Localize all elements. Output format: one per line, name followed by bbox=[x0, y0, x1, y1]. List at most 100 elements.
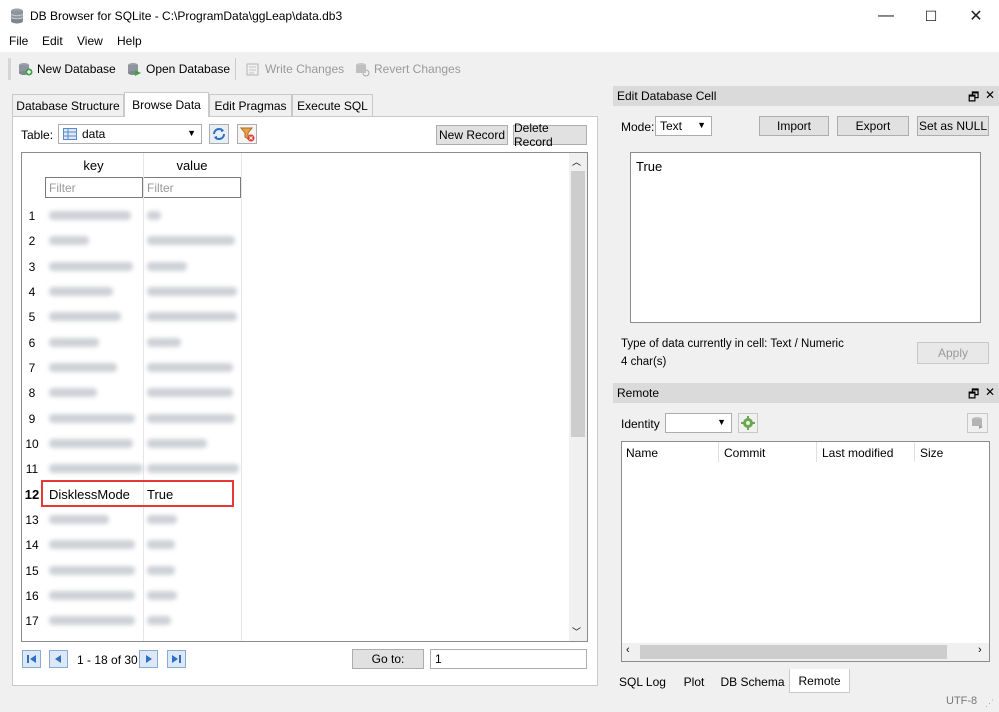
minimize-button[interactable]: — bbox=[863, 0, 909, 32]
revert-changes-button[interactable]: Revert Changes bbox=[354, 60, 461, 78]
redacted-key-cell[interactable] bbox=[45, 558, 143, 583]
redacted-key-cell[interactable] bbox=[45, 406, 143, 431]
new-database-button[interactable]: New Database bbox=[17, 60, 116, 78]
column-header-commit[interactable]: Commit bbox=[724, 446, 765, 460]
row-number[interactable]: 8 bbox=[22, 380, 42, 405]
new-record-button[interactable]: New Record bbox=[436, 125, 508, 145]
write-changes-button[interactable]: Write Changes bbox=[245, 60, 344, 78]
clear-filters-button[interactable] bbox=[237, 124, 257, 144]
column-header-size[interactable]: Size bbox=[920, 446, 943, 460]
scroll-left-icon[interactable]: ‹ bbox=[626, 644, 630, 656]
scroll-thumb[interactable] bbox=[640, 645, 947, 659]
tab-sql-log[interactable]: SQL Log bbox=[615, 671, 670, 692]
redacted-value-cell[interactable] bbox=[143, 608, 241, 633]
data-grid[interactable]: key value Filter Filter 1 2 3 4 5 6 7 8 … bbox=[21, 152, 588, 642]
close-icon[interactable]: ✕ bbox=[985, 385, 995, 399]
scroll-up-icon[interactable]: ︿ bbox=[572, 155, 581, 168]
menu-help[interactable]: Help bbox=[117, 34, 142, 48]
goto-button[interactable]: Go to: bbox=[352, 649, 424, 669]
redacted-value-cell[interactable] bbox=[143, 279, 241, 304]
first-page-button[interactable] bbox=[22, 650, 41, 668]
row-number[interactable]: 16 bbox=[22, 583, 42, 608]
table-select[interactable]: data ▼ bbox=[58, 124, 202, 144]
row-number[interactable]: 9 bbox=[22, 406, 42, 431]
menu-file[interactable]: File bbox=[9, 34, 28, 48]
row-number[interactable]: 4 bbox=[22, 279, 42, 304]
menu-edit[interactable]: Edit bbox=[42, 34, 63, 48]
row-number[interactable]: 11 bbox=[22, 456, 42, 481]
redacted-key-cell[interactable] bbox=[45, 355, 143, 380]
refresh-button[interactable] bbox=[209, 124, 229, 144]
import-button[interactable]: Import bbox=[759, 116, 829, 136]
redacted-value-cell[interactable] bbox=[143, 431, 241, 456]
goto-input[interactable]: 1 bbox=[430, 649, 587, 669]
redacted-key-cell[interactable] bbox=[45, 583, 143, 608]
redacted-value-cell[interactable] bbox=[143, 380, 241, 405]
redacted-value-cell[interactable] bbox=[143, 203, 241, 228]
identity-settings-button[interactable] bbox=[738, 413, 758, 433]
redacted-value-cell[interactable] bbox=[143, 507, 241, 532]
redacted-key-cell[interactable] bbox=[45, 330, 143, 355]
redacted-value-cell[interactable] bbox=[143, 406, 241, 431]
redacted-value-cell[interactable] bbox=[143, 456, 241, 481]
redacted-key-cell[interactable] bbox=[45, 279, 143, 304]
tab-plot[interactable]: Plot bbox=[675, 671, 713, 692]
tab-db-schema[interactable]: DB Schema bbox=[717, 671, 788, 692]
column-header-name[interactable]: Name bbox=[626, 446, 658, 460]
row-number[interactable]: 14 bbox=[22, 532, 42, 557]
menu-view[interactable]: View bbox=[77, 34, 103, 48]
column-header-key[interactable]: key bbox=[44, 155, 143, 175]
float-icon[interactable]: 🗗 bbox=[968, 385, 979, 406]
float-icon[interactable]: 🗗 bbox=[968, 88, 979, 109]
row-number-selected[interactable]: 12 bbox=[22, 482, 42, 507]
column-header-value[interactable]: value bbox=[143, 155, 241, 175]
redacted-key-cell[interactable] bbox=[45, 456, 143, 481]
delete-record-button[interactable]: Delete Record bbox=[513, 121, 587, 149]
mode-select[interactable]: Text ▼ bbox=[655, 116, 712, 136]
redacted-value-cell[interactable] bbox=[143, 228, 241, 253]
redacted-key-cell[interactable] bbox=[45, 380, 143, 405]
row-number[interactable]: 10 bbox=[22, 431, 42, 456]
filter-value-input[interactable]: Filter bbox=[143, 177, 241, 198]
last-page-button[interactable] bbox=[167, 650, 186, 668]
row-number[interactable]: 2 bbox=[22, 228, 42, 253]
apply-button[interactable]: Apply bbox=[917, 342, 989, 364]
close-button[interactable]: ✕ bbox=[953, 0, 999, 32]
scroll-down-icon[interactable]: ﹀ bbox=[572, 625, 581, 638]
identity-select[interactable]: ▼ bbox=[665, 413, 732, 433]
redacted-key-cell[interactable] bbox=[45, 507, 143, 532]
redacted-key-cell[interactable] bbox=[45, 532, 143, 557]
redacted-value-cell[interactable] bbox=[143, 532, 241, 557]
scroll-right-icon[interactable]: › bbox=[978, 644, 982, 656]
scroll-thumb[interactable] bbox=[571, 171, 585, 437]
close-icon[interactable]: ✕ bbox=[985, 88, 995, 102]
set-null-button[interactable]: Set as NULL bbox=[917, 116, 989, 136]
redacted-key-cell[interactable] bbox=[45, 431, 143, 456]
tab-execute-sql[interactable]: Execute SQL bbox=[292, 94, 373, 116]
tab-database-structure[interactable]: Database Structure bbox=[12, 94, 124, 116]
redacted-key-cell[interactable] bbox=[45, 203, 143, 228]
row-number[interactable]: 13 bbox=[22, 507, 42, 532]
export-button[interactable]: Export bbox=[837, 116, 909, 136]
horizontal-scrollbar[interactable]: ‹ › bbox=[622, 643, 989, 661]
tab-edit-pragmas[interactable]: Edit Pragmas bbox=[209, 94, 292, 116]
redacted-key-cell[interactable] bbox=[45, 228, 143, 253]
resize-grip-icon[interactable]: ⋰ bbox=[985, 698, 994, 709]
row-number[interactable]: 3 bbox=[22, 254, 42, 279]
redacted-value-cell[interactable] bbox=[143, 558, 241, 583]
row-number[interactable]: 5 bbox=[22, 304, 42, 329]
redacted-key-cell[interactable] bbox=[45, 304, 143, 329]
filter-key-input[interactable]: Filter bbox=[45, 177, 143, 198]
previous-page-button[interactable] bbox=[49, 650, 68, 668]
redacted-value-cell[interactable] bbox=[143, 304, 241, 329]
row-number[interactable]: 17 bbox=[22, 608, 42, 633]
redacted-key-cell[interactable] bbox=[45, 608, 143, 633]
redacted-value-cell[interactable] bbox=[143, 330, 241, 355]
vertical-scrollbar[interactable]: ︿ ﹀ bbox=[569, 153, 587, 641]
cell-editor[interactable]: True bbox=[630, 152, 981, 323]
open-database-button[interactable]: Open Database bbox=[126, 60, 230, 78]
push-button[interactable] bbox=[967, 413, 988, 433]
redacted-value-cell[interactable] bbox=[143, 583, 241, 608]
redacted-value-cell[interactable] bbox=[143, 355, 241, 380]
remote-file-list[interactable]: Name Commit Last modified Size ‹ › bbox=[621, 441, 990, 662]
